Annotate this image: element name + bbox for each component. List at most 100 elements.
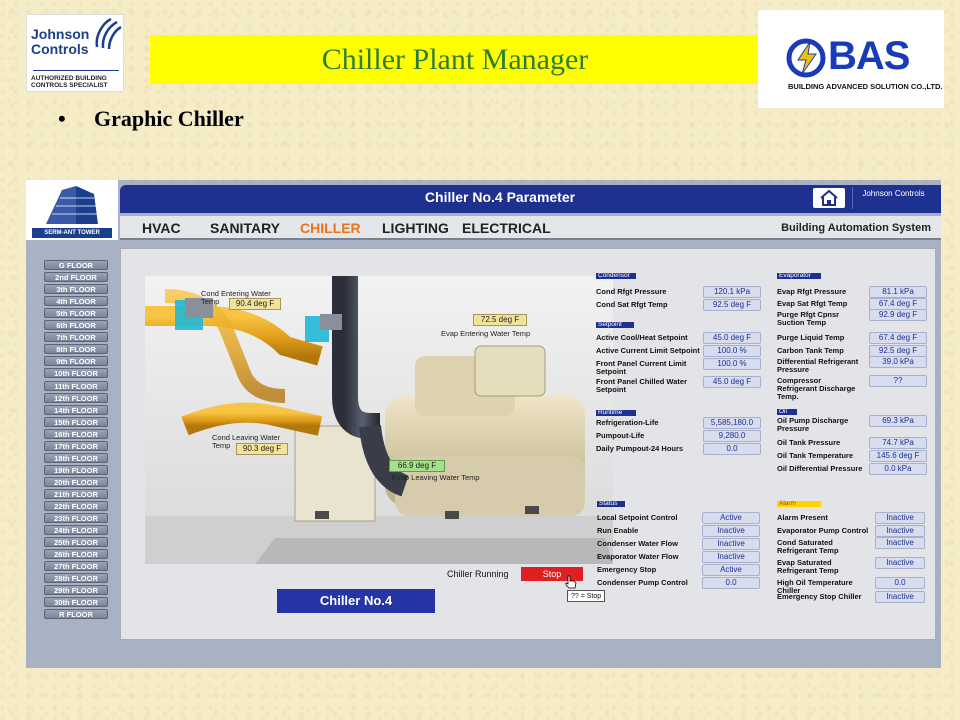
- status-param-value: Inactive: [702, 538, 760, 550]
- main-nav: HVAC SANITARY CHILLER LIGHTING ELECTRICA…: [120, 216, 941, 240]
- bullet-text: Graphic Chiller: [94, 106, 244, 131]
- floor-button[interactable]: 30th FLOOR: [44, 597, 108, 608]
- alarm-param-value: Inactive: [875, 537, 925, 549]
- evaporator-section-title: Evaporator: [777, 272, 821, 279]
- evaporator-param-label: Differential Refrigerant Pressure: [777, 357, 859, 374]
- runtime-param-label: Refrigeration-Life: [596, 418, 659, 427]
- floor-button[interactable]: 10th FLOOR: [44, 368, 108, 379]
- floor-button[interactable]: 20th FLOOR: [44, 476, 108, 487]
- evaporator-param-value: 39.0 kPa: [869, 356, 927, 368]
- floor-button[interactable]: 11th FLOOR: [44, 380, 108, 391]
- oil-param-label: Oil Tank Pressure: [777, 438, 841, 447]
- evaporator-param-label: Carbon Tank Temp: [777, 346, 844, 355]
- slide-title: Chiller Plant Manager: [321, 42, 589, 76]
- oil-param-value: 0.0 kPa: [869, 463, 927, 475]
- alarm-param-label: Evap Saturated Refrigerant Temp: [777, 558, 839, 575]
- bas-logo-subtitle: BUILDING ADVANCED SOLUTION CO.,LTD.: [788, 82, 943, 91]
- alarm-param-value: 0.0: [875, 577, 925, 589]
- floor-button[interactable]: 24th FLOOR: [44, 525, 108, 536]
- jc-tagline: AUTHORIZED BUILDING CONTROLS SPECIALIST: [31, 75, 108, 89]
- floor-button[interactable]: 7th FLOOR: [44, 332, 108, 343]
- floor-button[interactable]: 17th FLOOR: [44, 440, 108, 451]
- floor-button[interactable]: 19th FLOOR: [44, 464, 108, 475]
- parameter-panel: Condensor Cond Rfgt Pressure 120.1 kPa Cond…: [121, 249, 937, 641]
- jc-small-logo: Johnson Controls: [852, 187, 934, 209]
- alarm-param-value: Inactive: [875, 591, 925, 603]
- nav-sanitary[interactable]: SANITARY: [210, 216, 280, 240]
- evaporator-param-label: Evap Rfgt Pressure: [777, 287, 847, 296]
- condensor-param-label: Cond Sat Rfgt Temp: [596, 300, 668, 309]
- floor-button[interactable]: 23th FLOOR: [44, 513, 108, 524]
- setpoint-param-label: Active Current Limit Setpoint: [596, 346, 700, 355]
- home-button[interactable]: [812, 187, 846, 209]
- floor-button[interactable]: 16th FLOOR: [44, 428, 108, 439]
- floor-button[interactable]: 3th FLOOR: [44, 284, 108, 295]
- alarm-param-value: Inactive: [875, 512, 925, 524]
- oil-param-value: 74.7 kPa: [869, 437, 927, 449]
- johnson-controls-logo: Johnson Controls AUTHORIZED BUILDING CON…: [26, 14, 124, 92]
- runtime-param-value: 9,280.0: [703, 430, 761, 442]
- nav-chiller[interactable]: CHILLER: [300, 216, 361, 240]
- alarm-param-label: Evaporator Pump Control: [777, 526, 869, 535]
- floor-button[interactable]: 4th FLOOR: [44, 296, 108, 307]
- nav-system-title: Building Automation System: [781, 222, 931, 234]
- chiller-panel: Cond Entering Water Temp 90.4 deg F Cond…: [120, 248, 936, 640]
- home-icon: [820, 189, 838, 206]
- nav-electrical[interactable]: ELECTRICAL: [462, 216, 551, 240]
- alarm-param-label: Alarm Present: [777, 513, 828, 522]
- jc-divider: [33, 70, 119, 71]
- oil-section-title: Oil: [777, 408, 797, 415]
- runtime-param-label: Pumpout-Life: [596, 431, 645, 440]
- evaporator-param-value: 81.1 kPa: [869, 286, 927, 298]
- bullet-symbol: •: [58, 106, 66, 131]
- floor-button[interactable]: G FLOOR: [44, 260, 108, 270]
- title-bar: Chiller Plant Manager: [150, 35, 760, 84]
- setpoint-section-title: Setpoint: [596, 321, 634, 328]
- floor-button[interactable]: 9th FLOOR: [44, 356, 108, 367]
- bas-logo: BAS BUILDING ADVANCED SOLUTION CO.,LTD.: [758, 10, 944, 108]
- floor-button[interactable]: R FLOOR: [44, 609, 108, 620]
- app-title: Chiller No.4 Parameter: [424, 189, 576, 205]
- floor-button[interactable]: 2nd FLOOR: [44, 272, 108, 283]
- floor-button[interactable]: 5th FLOOR: [44, 308, 108, 319]
- oil-param-label: Oil Tank Temperature: [777, 451, 853, 460]
- jc-logo-name: Johnson Controls: [31, 26, 90, 57]
- alarm-param-label: Cond Saturated Refrigerant Temp: [777, 538, 839, 555]
- status-param-label: Evaporator Water Flow: [597, 552, 679, 561]
- setpoint-param-value: 100.0 %: [703, 358, 761, 370]
- building-icon: [46, 186, 98, 224]
- oil-param-label: Oil Pump Discharge Pressure: [777, 416, 849, 433]
- floor-button[interactable]: 8th FLOOR: [44, 344, 108, 355]
- floor-button[interactable]: 6th FLOOR: [44, 320, 108, 331]
- status-param-label: Run Enable: [597, 526, 639, 535]
- floor-button[interactable]: 14th FLOOR: [44, 404, 108, 415]
- evaporator-param-label: Purge Rfgt Cpnsr Suction Temp: [777, 310, 840, 327]
- building-logo: SERM-ANT TOWER: [26, 180, 118, 240]
- floor-button[interactable]: 29th FLOOR: [44, 585, 108, 596]
- app-header: Chiller No.4 Parameter Johnson Controls: [120, 185, 941, 213]
- floor-button[interactable]: 27th FLOOR: [44, 561, 108, 572]
- floor-button[interactable]: 15th FLOOR: [44, 416, 108, 427]
- status-param-value: Active: [702, 564, 760, 576]
- status-param-value: Inactive: [702, 525, 760, 537]
- floor-button[interactable]: 12th FLOOR: [44, 392, 108, 403]
- condensor-section-title: Condensor: [596, 272, 636, 279]
- bas-logo-text: BAS: [828, 34, 910, 78]
- status-param-value: 0.0: [702, 577, 760, 589]
- alarm-param-value: Inactive: [875, 557, 925, 569]
- status-param-value: Active: [702, 512, 760, 524]
- floor-button[interactable]: 25th FLOOR: [44, 537, 108, 548]
- floor-button[interactable]: 28th FLOOR: [44, 573, 108, 584]
- runtime-section-title: Runtime: [596, 409, 636, 416]
- nav-lighting[interactable]: LIGHTING: [382, 216, 449, 240]
- floor-button[interactable]: 18th FLOOR: [44, 452, 108, 463]
- floor-list: G FLOOR 2nd FLOOR 3th FLOOR 4th FLOOR 5th FL…: [26, 248, 116, 668]
- nav-hvac[interactable]: HVAC: [142, 216, 181, 240]
- floor-button[interactable]: 21th FLOOR: [44, 488, 108, 499]
- evaporator-param-value: 67.4 deg F: [869, 332, 927, 344]
- setpoint-param-value: 45.0 deg F: [703, 332, 761, 344]
- runtime-param-value: 0.0: [703, 443, 761, 455]
- floor-button[interactable]: 26th FLOOR: [44, 549, 108, 560]
- status-param-label: Local Setpoint Control: [597, 513, 678, 522]
- floor-button[interactable]: 22th FLOOR: [44, 501, 108, 511]
